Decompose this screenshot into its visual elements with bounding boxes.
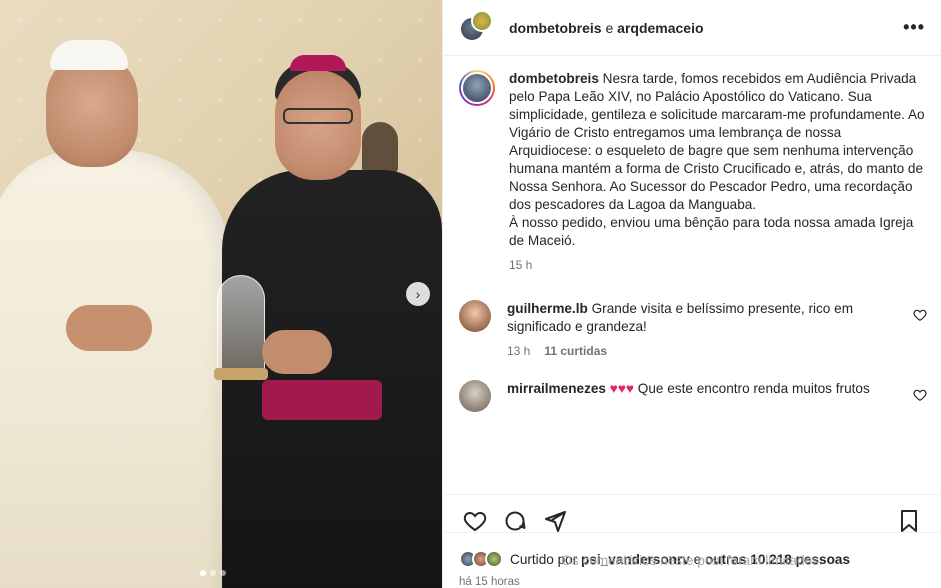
background-statue bbox=[362, 122, 398, 174]
caption-body: Nesra tarde, fomos recebidos em Audiênci… bbox=[509, 71, 925, 212]
caption-username[interactable]: dombetobreis bbox=[509, 71, 599, 86]
pope-zucchetto bbox=[50, 40, 128, 70]
heart-icon[interactable] bbox=[913, 308, 927, 322]
bishop-head bbox=[275, 70, 361, 180]
post-caption: dombetobreis Nesra tarde, fomos recebido… bbox=[443, 56, 941, 272]
relic-base bbox=[214, 368, 268, 380]
comment-text: mirrailmenezes ♥♥♥ Que este encontro ren… bbox=[507, 380, 900, 398]
comment-timestamp[interactable]: 13 h bbox=[507, 344, 530, 358]
comment-username[interactable]: guilherme.lb bbox=[507, 301, 588, 316]
comment-likes[interactable]: 11 curtidas bbox=[544, 344, 607, 358]
comment-username[interactable]: mirrailmenezes bbox=[507, 381, 606, 396]
author-link[interactable]: arqdemaceio bbox=[617, 20, 703, 36]
relic-gift bbox=[217, 275, 265, 375]
carousel-dots bbox=[200, 570, 226, 576]
carousel-dot bbox=[210, 570, 216, 576]
heart-icon[interactable] bbox=[913, 388, 927, 402]
caption-body-2: À nosso pedido, enviou uma bênção para t… bbox=[509, 215, 914, 248]
bishop-sash bbox=[262, 380, 382, 420]
post-details-panel: dombetobreis e arqdemaceio ••• dombetobr… bbox=[442, 0, 941, 588]
comment-meta: 13 h 11 curtidas bbox=[507, 344, 925, 358]
comments-limited-notice: Os comentários neste post foram limitado… bbox=[443, 532, 941, 588]
carousel-next-button[interactable]: › bbox=[406, 282, 430, 306]
avatar bbox=[471, 9, 493, 32]
avatar[interactable] bbox=[459, 380, 491, 412]
carousel-dot bbox=[200, 570, 206, 576]
post-header: dombetobreis e arqdemaceio ••• bbox=[443, 0, 941, 56]
comment-text: guilherme.lb Grande visita e belíssimo p… bbox=[507, 300, 925, 336]
caption-text: dombetobreis Nesra tarde, fomos recebido… bbox=[509, 70, 925, 250]
comment-item: guilherme.lb Grande visita e belíssimo p… bbox=[443, 300, 941, 358]
comments-scroll-area[interactable]: dombetobreis Nesra tarde, fomos recebido… bbox=[443, 56, 941, 494]
comment-body: Que este encontro renda muitos frutos bbox=[637, 381, 870, 396]
pope-hands bbox=[66, 305, 152, 351]
carousel-dot bbox=[220, 570, 226, 576]
more-options-icon[interactable]: ••• bbox=[903, 17, 925, 38]
caption-timestamp[interactable]: 15 h bbox=[509, 258, 925, 272]
collab-avatars[interactable] bbox=[459, 9, 495, 46]
avatar[interactable] bbox=[459, 70, 495, 106]
bishop-hands bbox=[262, 330, 332, 374]
author-conjunction: e bbox=[605, 19, 614, 36]
pope-figure bbox=[0, 150, 230, 588]
comment-item: mirrailmenezes ♥♥♥ Que este encontro ren… bbox=[443, 380, 941, 412]
bishop-cap bbox=[290, 55, 346, 71]
author-link[interactable]: dombetobreis bbox=[509, 20, 602, 36]
post-authors: dombetobreis e arqdemaceio bbox=[509, 20, 903, 36]
heart-emojis: ♥♥♥ bbox=[609, 381, 634, 396]
instagram-post: › dombetobreis e arqdemaceio ••• dombeto… bbox=[0, 0, 941, 588]
avatar[interactable] bbox=[459, 300, 491, 332]
bishop-glasses bbox=[283, 108, 353, 124]
post-photo[interactable]: › bbox=[0, 0, 442, 588]
